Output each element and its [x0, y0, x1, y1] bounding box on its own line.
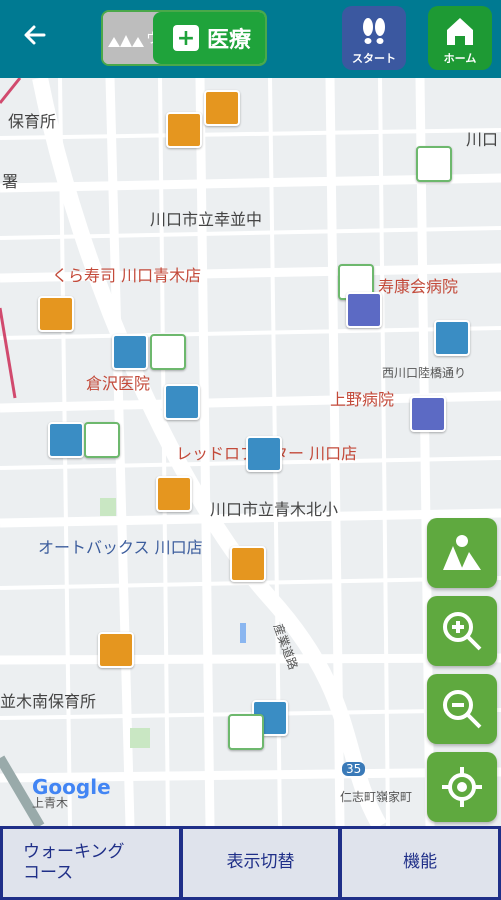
- top-header: ウ + 医療 スタート ホーム: [0, 0, 501, 78]
- display-switch-button[interactable]: 表示切替: [181, 828, 340, 898]
- walking-course-button[interactable]: ウォーキング コース: [2, 828, 180, 898]
- clinic-marker[interactable]: [434, 320, 470, 356]
- pharmacy-marker[interactable]: [416, 146, 452, 182]
- clinic-marker[interactable]: [246, 436, 282, 472]
- google-logo: Google: [32, 775, 111, 799]
- label-sho: 署: [2, 172, 19, 191]
- map-layers-button[interactable]: [427, 518, 497, 588]
- home-button[interactable]: ホーム: [428, 6, 492, 70]
- route-35-badge: 35: [342, 762, 366, 776]
- dental-marker[interactable]: [38, 296, 74, 332]
- mode-toggle[interactable]: ウ + 医療: [101, 10, 267, 66]
- label-saiwai-jhs: 川口市立幸並中: [150, 210, 263, 229]
- zoom-out-button[interactable]: [427, 674, 497, 744]
- hospital-marker[interactable]: [410, 396, 446, 432]
- dental-marker[interactable]: [156, 476, 192, 512]
- back-arrow-icon[interactable]: [20, 20, 60, 60]
- zoom-in-icon: [443, 612, 482, 651]
- label-jukokai-hospital[interactable]: 寿康会病院: [378, 273, 458, 297]
- label-namiki: 並木南保育所: [0, 692, 97, 711]
- zoom-in-button[interactable]: [427, 596, 497, 666]
- dental-marker[interactable]: [166, 112, 202, 148]
- clinic-marker[interactable]: [112, 334, 148, 370]
- label-aoki-kita: 川口市立青木北小: [210, 500, 339, 519]
- dental-marker[interactable]: [230, 546, 266, 582]
- footprints-icon: [363, 18, 385, 44]
- pharmacy-marker[interactable]: [84, 422, 120, 458]
- crosshair-icon: [442, 767, 482, 807]
- map-icon: [443, 535, 481, 570]
- label-kurasawa[interactable]: 倉沢医院: [86, 370, 150, 394]
- pharmacy-marker[interactable]: [228, 714, 264, 750]
- medical-mode-tab[interactable]: + 医療: [153, 12, 265, 64]
- clinic-marker[interactable]: [164, 384, 200, 420]
- dental-marker[interactable]: [98, 632, 134, 668]
- current-location-button[interactable]: [427, 752, 497, 822]
- house-icon: [447, 18, 473, 45]
- map-view[interactable]: 保育所 署 川口市立幸並中 くら寿司 川口青木店 寿康会病院 倉沢医院 西川口陸…: [0, 78, 501, 826]
- bottom-nav: ウォーキング コース 表示切替 機能: [0, 826, 501, 900]
- dental-marker[interactable]: [204, 90, 240, 126]
- label-autobacs[interactable]: オートバックス 川口店: [38, 534, 203, 558]
- zoom-out-icon: [443, 690, 482, 729]
- label-kura-sushi[interactable]: くら寿司 川口青木店: [52, 262, 201, 286]
- medical-cross-icon: +: [173, 25, 199, 51]
- clinic-marker[interactable]: [48, 422, 84, 458]
- start-button[interactable]: スタート: [342, 6, 406, 70]
- map-pin-icon: [108, 35, 144, 47]
- label-hoikuen: 保育所: [8, 112, 57, 131]
- pharmacy-marker[interactable]: [150, 334, 186, 370]
- label-jinshi: 仁志町嶺家町: [340, 790, 413, 804]
- function-button[interactable]: 機能: [341, 828, 500, 898]
- label-nishikawaguchi: 西川口陸橋通り: [382, 366, 467, 380]
- label-kawaguchi: 川口: [466, 130, 499, 149]
- hospital-marker[interactable]: [346, 292, 382, 328]
- label-ueno-hospital[interactable]: 上野病院: [330, 386, 394, 410]
